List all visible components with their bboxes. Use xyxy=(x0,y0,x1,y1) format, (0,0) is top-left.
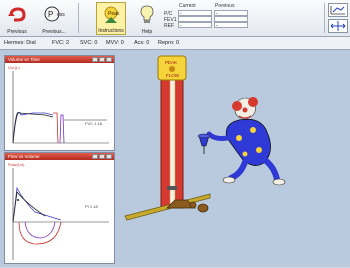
bell-text: PEAK xyxy=(165,60,177,65)
pi-annotation: PI 1.18 xyxy=(85,204,98,209)
flow-volume-title: Flow vs Volume xyxy=(8,154,40,159)
results-panel: Current Previous P/C FEV1 REF - - - - xyxy=(163,3,323,33)
status-svc: SVC: 0 xyxy=(80,40,98,46)
previous-alt-button[interactable]: P ess Previous... xyxy=(36,2,72,35)
auto-scale-icon xyxy=(330,6,345,15)
previous-icon: P ess xyxy=(44,6,65,22)
panel-title: Volume vs Time xyxy=(5,56,114,63)
trial-curve-purple xyxy=(59,114,65,144)
flow-volume-graph: Flow(L/s) PI 1.18 xyxy=(8,162,109,260)
maximize-button[interactable] xyxy=(99,57,105,62)
status-mvv: MVV: 0 xyxy=(106,40,124,46)
flow-curve-blue xyxy=(12,186,62,223)
window-controls[interactable] xyxy=(92,57,112,62)
strength-tester-scene: PEAK FLOW xyxy=(124,55,286,221)
svg-text:Peak: Peak xyxy=(108,11,120,17)
toolbar-divider xyxy=(324,3,325,33)
help-button[interactable]: Help xyxy=(134,2,160,35)
minimize-button[interactable] xyxy=(92,57,98,62)
zoom-button[interactable] xyxy=(328,19,348,33)
window-controls[interactable] xyxy=(92,154,112,159)
pivot-wheel xyxy=(189,201,197,209)
close-button[interactable] xyxy=(106,154,112,159)
trial-curve-blue xyxy=(12,111,54,144)
previous-button[interactable]: Previous xyxy=(2,2,32,35)
status-repro: Repro: 0 xyxy=(158,40,180,46)
hammer-head xyxy=(197,203,209,213)
help-bulb-icon xyxy=(140,5,154,23)
fvc-annotation: FVC 1.18 xyxy=(85,121,103,126)
row3-previous-value: - xyxy=(214,22,248,29)
previous-header: Previous xyxy=(215,3,235,9)
current-header: Current xyxy=(179,3,196,9)
previous-label: Previous xyxy=(7,29,27,35)
panel-title: Flow vs Volume xyxy=(5,153,114,160)
row3-label: REF xyxy=(164,23,174,29)
flow-axis-label: Flow(L/s) xyxy=(8,162,25,167)
help-label: Help xyxy=(141,29,153,35)
zoom-arrows-icon xyxy=(330,21,346,31)
bell-knob xyxy=(169,66,175,72)
clown-character xyxy=(206,97,286,186)
bell-subtext: FLOW xyxy=(166,73,180,78)
volume-time-panel[interactable]: Volume vs Time Vol.(L) FVC 1.18 xyxy=(4,55,115,151)
trial-curve-red xyxy=(53,112,59,144)
status-fvc: FVC: 2 xyxy=(52,40,70,46)
svg-text:ess: ess xyxy=(57,12,65,18)
volume-time-title: Volume vs Time xyxy=(8,57,40,62)
volume-axis-label: Vol.(L) xyxy=(8,65,20,70)
status-bar: Hermes: Dial FVC: 2 SVC: 0 MVV: 0 Acs: 0… xyxy=(0,37,350,50)
status-mode: Hermes: Dial xyxy=(4,40,36,46)
trial-curve-black xyxy=(12,111,54,144)
mouthpiece-rim xyxy=(197,133,211,139)
inspiratory-loop-purple xyxy=(24,221,56,239)
flow-curve-black xyxy=(12,191,46,223)
toolbar: Previous P ess Previous... Peak Instruct… xyxy=(0,0,350,37)
previous-alt-label: Previous... xyxy=(42,29,66,35)
volume-time-graph: Vol.(L) FVC 1.18 xyxy=(8,65,109,144)
maximize-button[interactable] xyxy=(99,154,105,159)
close-button[interactable] xyxy=(106,57,112,62)
peak-marker xyxy=(17,199,19,201)
minimize-button[interactable] xyxy=(92,154,98,159)
game-canvas: Volume vs Time Vol.(L) FVC 1.18 Flow vs … xyxy=(0,50,350,267)
row3-current-value: - xyxy=(178,22,212,29)
auto-scale-button[interactable] xyxy=(328,3,348,17)
flow-volume-panel[interactable]: Flow vs Volume Flow(L/s) PI 1.18 xyxy=(4,152,115,264)
instructions-icon: Peak xyxy=(104,6,120,23)
status-acs: Acs: 0 xyxy=(134,40,150,46)
striker-puck xyxy=(167,186,177,190)
instructions-label: Instructions xyxy=(98,28,124,34)
instructions-button[interactable]: Peak Instructions xyxy=(96,2,126,35)
svg-text:P: P xyxy=(48,10,53,19)
toolbar-divider xyxy=(78,3,79,33)
undo-arrow-icon xyxy=(8,7,26,22)
